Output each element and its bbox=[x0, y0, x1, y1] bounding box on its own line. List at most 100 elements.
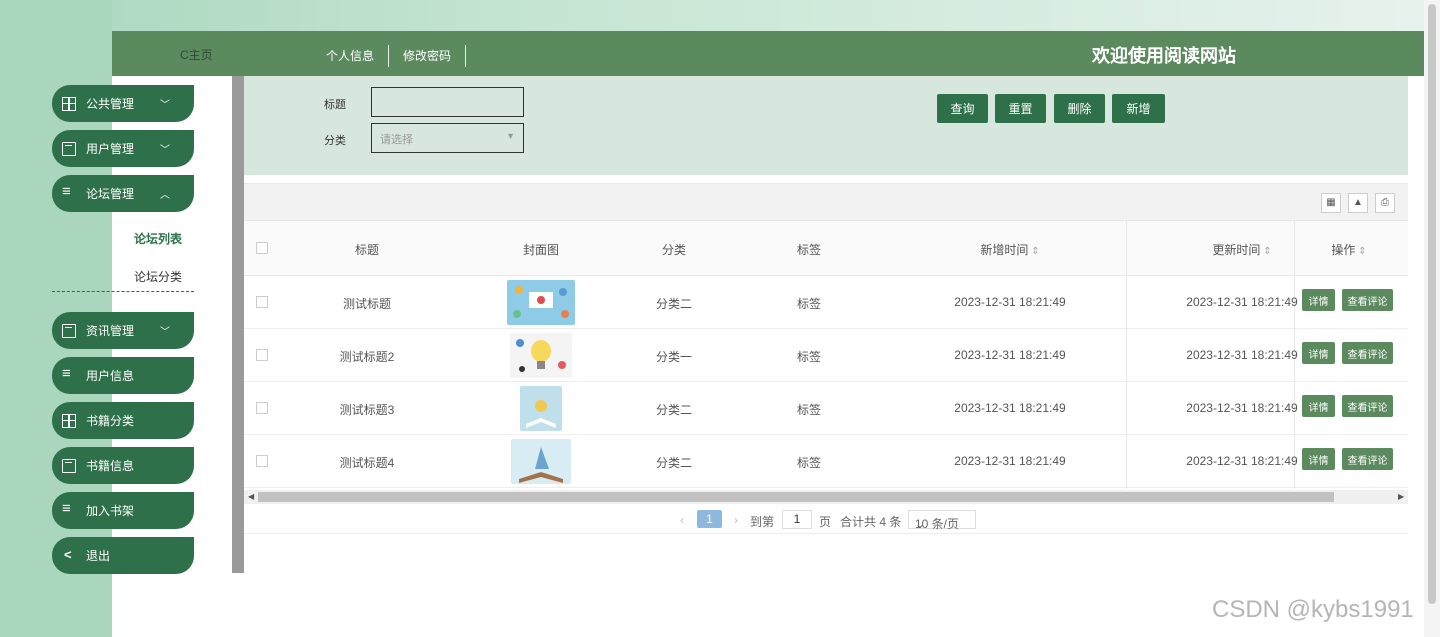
cell-updated: 2023-12-31 18:21:49 bbox=[1186, 401, 1298, 415]
sidebar-item-label: 书籍分类 bbox=[86, 414, 135, 428]
subitem-forum-category[interactable]: 论坛分类 bbox=[134, 268, 182, 285]
table-row[interactable]: 测试标题2 分类一 标签 2023-12-31 18:21:49 2023-12… bbox=[244, 329, 1408, 382]
cell-title: 测试标题4 bbox=[339, 456, 395, 470]
page-label: 页 bbox=[819, 515, 832, 529]
header-tag: 标签 bbox=[796, 243, 822, 257]
cell-updated: 2023-12-31 18:21:49 bbox=[1186, 295, 1298, 309]
sidebar-item-news[interactable]: 资讯管理 ﹀ bbox=[52, 312, 194, 349]
cell-category: 分类二 bbox=[655, 456, 693, 470]
nav-profile[interactable]: 个人信息 bbox=[314, 45, 390, 67]
brand-label[interactable]: C主页 bbox=[180, 46, 213, 63]
chevron-up-icon: ︿ bbox=[160, 190, 170, 201]
list-icon bbox=[62, 500, 76, 518]
prev-page-icon[interactable]: ‹ bbox=[680, 513, 684, 527]
cell-updated: 2023-12-31 18:21:49 bbox=[1186, 454, 1298, 468]
detail-button[interactable]: 详情 bbox=[1302, 342, 1335, 364]
sidebar-item-book-category[interactable]: 书籍分类 bbox=[52, 402, 194, 439]
detail-button[interactable]: 详情 bbox=[1302, 395, 1335, 417]
delete-button[interactable]: 删除 bbox=[1054, 94, 1105, 123]
select-all-checkbox[interactable] bbox=[256, 242, 268, 254]
sidebar-item-forum[interactable]: 论坛管理 ︿ bbox=[52, 175, 194, 212]
chevron-down-icon: ﹀ bbox=[160, 145, 170, 156]
sidebar-item-logout[interactable]: 退出 bbox=[52, 537, 194, 574]
detail-button[interactable]: 详情 bbox=[1302, 289, 1335, 311]
search-button[interactable]: 查询 bbox=[937, 94, 988, 123]
export-icon[interactable]: ▲ bbox=[1348, 193, 1368, 213]
header-actions[interactable]: 操作 bbox=[1331, 241, 1366, 258]
cover-image bbox=[520, 386, 562, 431]
sidebar-item-label: 用户信息 bbox=[86, 369, 135, 383]
book-icon bbox=[62, 141, 76, 156]
print-icon[interactable]: ⎙ bbox=[1375, 193, 1395, 213]
sidebar-item-label: 加入书架 bbox=[86, 504, 135, 518]
cover-image bbox=[510, 333, 572, 378]
cell-created: 2023-12-31 18:21:49 bbox=[954, 348, 1066, 362]
table-header: 标题 封面图 分类 标签 新增时间 更新时间 操作 bbox=[244, 221, 1408, 276]
list-icon bbox=[62, 365, 76, 383]
sidebar-item-bookshelf[interactable]: 加入书架 bbox=[52, 492, 194, 529]
category-select[interactable]: 请选择 ▼ bbox=[371, 123, 524, 153]
view-comments-button[interactable]: 查看评论 bbox=[1342, 395, 1393, 417]
header-updated[interactable]: 更新时间 bbox=[1212, 241, 1271, 258]
row-checkbox[interactable] bbox=[256, 296, 268, 308]
sidebar-item-users[interactable]: 用户管理 ﹀ bbox=[52, 130, 194, 167]
sidebar-item-book-info[interactable]: 书籍信息 bbox=[52, 447, 194, 484]
title-label: 标题 bbox=[324, 99, 346, 111]
scrollbar-thumb[interactable] bbox=[258, 492, 1334, 502]
table-toolbar: ▦ ▲ ⎙ bbox=[244, 184, 1408, 221]
sidebar-item-label: 书籍信息 bbox=[86, 459, 135, 473]
view-comments-button[interactable]: 查看评论 bbox=[1342, 342, 1393, 364]
header-cover: 封面图 bbox=[522, 243, 560, 257]
cell-title: 测试标题2 bbox=[339, 350, 395, 364]
scroll-right-icon[interactable]: ▶ bbox=[1398, 490, 1404, 504]
page-current[interactable]: 1 bbox=[697, 510, 722, 528]
goto-input[interactable]: 1 bbox=[782, 510, 812, 529]
sidebar-item-label: 论坛管理 bbox=[86, 187, 135, 201]
next-page-icon[interactable]: › bbox=[734, 513, 738, 527]
nav-change-password[interactable]: 修改密码 bbox=[389, 45, 467, 67]
cell-category: 分类一 bbox=[655, 350, 693, 364]
scrollbar-thumb[interactable] bbox=[1428, 4, 1436, 604]
grid-icon bbox=[62, 96, 76, 111]
cell-category: 分类二 bbox=[655, 297, 693, 311]
subitem-forum-list[interactable]: 论坛列表 bbox=[134, 230, 182, 247]
data-table: ▦ ▲ ⎙ 标题 封面图 分类 标签 新增时间 更新时间 操作 测试标题 分类二… bbox=[244, 183, 1408, 533]
table-row[interactable]: 测试标题4 分类二 标签 2023-12-31 18:21:49 2023-12… bbox=[244, 435, 1408, 488]
cover-image bbox=[507, 280, 575, 325]
add-button[interactable]: 新增 bbox=[1112, 94, 1165, 123]
view-comments-button[interactable]: 查看评论 bbox=[1342, 289, 1393, 311]
row-checkbox[interactable] bbox=[256, 349, 268, 361]
cell-tag: 标签 bbox=[796, 297, 822, 311]
category-label: 分类 bbox=[324, 135, 346, 147]
share-icon bbox=[62, 547, 76, 563]
table-row[interactable]: 测试标题3 分类二 标签 2023-12-31 18:21:49 2023-12… bbox=[244, 382, 1408, 435]
horizontal-scrollbar[interactable]: ◀ ▶ bbox=[244, 490, 1408, 504]
table-row[interactable]: 测试标题 分类二 标签 2023-12-31 18:21:49 2023-12-… bbox=[244, 276, 1408, 329]
header-created[interactable]: 新增时间 bbox=[980, 241, 1039, 258]
view-comments-button[interactable]: 查看评论 bbox=[1342, 448, 1393, 470]
welcome-title: 欢迎使用阅读网站 bbox=[1092, 46, 1236, 66]
search-panel: 标题 分类 请选择 ▼ 查询 重置 删除 新增 bbox=[244, 76, 1408, 175]
scroll-left-icon[interactable]: ◀ bbox=[248, 490, 254, 504]
page-size-select[interactable]: 10 条/页 ⌄ bbox=[908, 510, 976, 531]
vertical-scrollbar[interactable] bbox=[1424, 0, 1440, 637]
grid-icon bbox=[62, 413, 76, 428]
total-count: 合计共 4 条 bbox=[840, 515, 902, 529]
sidebar-item-user-info[interactable]: 用户信息 bbox=[52, 357, 194, 394]
row-checkbox[interactable] bbox=[256, 455, 268, 467]
row-checkbox[interactable] bbox=[256, 402, 268, 414]
title-input[interactable] bbox=[371, 87, 524, 117]
detail-button[interactable]: 详情 bbox=[1302, 448, 1335, 470]
columns-icon[interactable]: ▦ bbox=[1321, 193, 1341, 213]
pagination: ‹ 1 › 到第 1 页 合计共 4 条 10 条/页 ⌄ bbox=[244, 508, 1408, 534]
sidebar-item-public[interactable]: 公共管理 ﹀ bbox=[52, 85, 194, 122]
cell-tag: 标签 bbox=[796, 350, 822, 364]
cell-category: 分类二 bbox=[655, 403, 693, 417]
reset-button[interactable]: 重置 bbox=[995, 94, 1046, 123]
cell-title: 测试标题 bbox=[342, 297, 392, 311]
top-bar: C主页 个人信息 修改密码 欢迎使用阅读网站 bbox=[112, 31, 1424, 76]
cell-title: 测试标题3 bbox=[339, 403, 395, 417]
cell-tag: 标签 bbox=[796, 456, 822, 470]
cell-created: 2023-12-31 18:21:49 bbox=[954, 401, 1066, 415]
book-icon bbox=[62, 458, 76, 473]
